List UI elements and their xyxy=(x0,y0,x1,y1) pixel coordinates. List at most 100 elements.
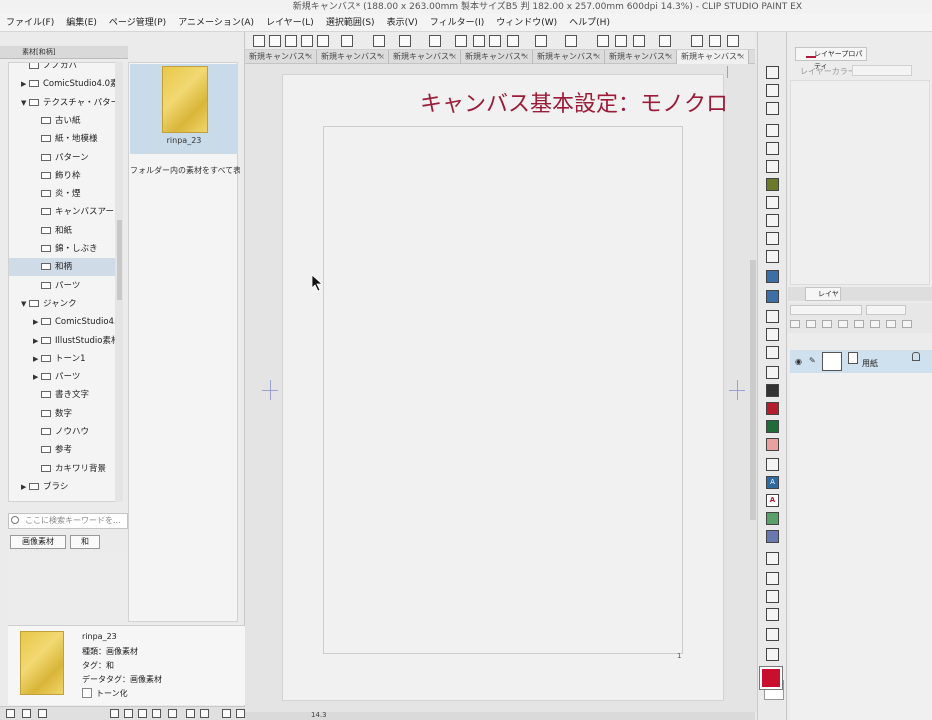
tree-item[interactable]: ノウハウ xyxy=(9,423,115,441)
eyedropper-tool-icon[interactable] xyxy=(766,160,779,173)
large-view-icon[interactable] xyxy=(138,709,147,718)
detail-view-icon[interactable] xyxy=(168,709,177,718)
tree-item[interactable]: キャンバスアート xyxy=(9,203,121,221)
close-icon[interactable]: × xyxy=(738,50,745,64)
eraser-tool-icon[interactable] xyxy=(766,142,779,155)
new-page-icon[interactable] xyxy=(269,35,281,47)
show-all-materials-link[interactable]: フォルダー内の素材をすべて表示 xyxy=(130,165,240,176)
close-icon[interactable]: × xyxy=(378,50,385,64)
close-icon[interactable]: × xyxy=(522,50,529,64)
pencil-tool-icon[interactable] xyxy=(766,196,779,209)
expand-arrow-icon[interactable]: ▶ xyxy=(33,368,41,386)
decoration-tool-icon[interactable] xyxy=(766,250,779,263)
frame-tool-icon[interactable] xyxy=(766,458,779,471)
color-icon[interactable] xyxy=(838,320,848,328)
menu-window[interactable]: ウィンドウ(W) xyxy=(490,14,563,32)
tree-item[interactable]: ▶ IllustStudio素材 xyxy=(9,332,119,350)
text-tool-icon[interactable]: A xyxy=(766,476,779,489)
balloon-tool-icon[interactable]: A xyxy=(766,494,779,507)
tree-item[interactable]: ▼ ジャンク xyxy=(9,295,115,313)
tree-item[interactable]: ▼ テクスチャ・パターン xyxy=(9,94,121,112)
red-gradient-tool-icon[interactable] xyxy=(766,402,779,415)
tree-item[interactable]: ▶ ブラシ xyxy=(9,478,115,496)
expand-arrow-icon[interactable]: ▼ xyxy=(21,94,29,112)
menu-selection[interactable]: 選択範囲(S) xyxy=(320,14,381,32)
new-folder-icon[interactable] xyxy=(6,709,15,718)
tree-item[interactable]: ▶ ComicStudio4.0素材 xyxy=(9,313,121,331)
tab-canvas-3[interactable]: 新規キャンバス* × xyxy=(389,50,461,64)
canvas-scroll-thumb[interactable] xyxy=(750,260,756,520)
line-tool-icon[interactable] xyxy=(766,438,779,451)
zoom-level[interactable]: 14.3 xyxy=(311,711,327,719)
tab-canvas-4[interactable]: 新規キャンバス* × xyxy=(461,50,533,64)
menu-file[interactable]: ファイル(F) xyxy=(0,14,60,32)
clip-icon[interactable] xyxy=(790,320,800,328)
open-icon[interactable] xyxy=(38,709,47,718)
expand-arrow-icon[interactable]: ▶ xyxy=(21,478,29,496)
clear-icon[interactable] xyxy=(455,35,467,47)
material-thumbnail[interactable] xyxy=(162,66,208,133)
blend-tool-icon[interactable] xyxy=(766,328,779,341)
save-icon[interactable] xyxy=(317,35,329,47)
layer-tab[interactable]: レイヤー xyxy=(805,287,841,310)
paste-icon[interactable] xyxy=(489,35,501,47)
fill-tool-icon[interactable] xyxy=(766,290,779,303)
material-tree-scroll-thumb[interactable] xyxy=(117,220,122,300)
green-gradient-tool-icon[interactable] xyxy=(766,420,779,433)
import-icon[interactable] xyxy=(301,35,313,47)
panel-menu-icon[interactable] xyxy=(902,320,912,328)
smudge-tool-icon[interactable] xyxy=(766,346,779,359)
eye-icon[interactable]: ◉ xyxy=(795,357,802,366)
perspective-icon[interactable] xyxy=(727,35,739,47)
settings-gear-icon[interactable] xyxy=(429,35,441,47)
snap-icon[interactable] xyxy=(709,35,721,47)
menu-layer[interactable]: レイヤー(L) xyxy=(260,14,320,32)
deselect-icon[interactable] xyxy=(597,35,609,47)
tree-item[interactable]: 数字 xyxy=(9,405,115,423)
draft-icon[interactable] xyxy=(822,320,832,328)
airbrush-tool-icon[interactable] xyxy=(766,232,779,245)
close-icon[interactable]: × xyxy=(666,50,673,64)
open-file-icon[interactable] xyxy=(285,35,297,47)
texture-tool-icon[interactable] xyxy=(766,178,779,191)
ruler-tool-icon[interactable] xyxy=(766,530,779,543)
operation-tool-icon[interactable] xyxy=(766,572,779,585)
expand-icon[interactable] xyxy=(633,35,645,47)
tree-item[interactable]: パーツ xyxy=(9,277,115,295)
tree-item[interactable]: 和柄 xyxy=(9,258,115,277)
tree-item[interactable]: 和紙 xyxy=(9,222,115,240)
zoom-tool-icon[interactable] xyxy=(766,66,779,79)
opacity-slider[interactable] xyxy=(866,305,906,315)
paste-material-icon[interactable] xyxy=(186,709,195,718)
ruler-link-icon[interactable] xyxy=(886,320,896,328)
lock-icon[interactable] xyxy=(912,352,920,361)
tab-canvas-7[interactable]: 新規キャンバス* × xyxy=(677,50,749,64)
material-search-input[interactable]: ここに検索キーワードを... xyxy=(8,513,128,529)
menu-filter[interactable]: フィルター(I) xyxy=(424,14,491,32)
object-tool-icon[interactable] xyxy=(766,270,779,283)
tag-button-image-material[interactable]: 画像素材 xyxy=(10,535,66,549)
add-material-icon[interactable] xyxy=(22,709,31,718)
tree-item[interactable]: ▶ トーン1 xyxy=(9,350,115,368)
transform-icon[interactable] xyxy=(507,35,519,47)
blend-mode-select[interactable] xyxy=(790,305,862,315)
gradient-tool-icon[interactable] xyxy=(766,310,779,323)
settings-icon[interactable] xyxy=(222,709,231,718)
export-icon[interactable] xyxy=(341,35,353,47)
menu-animation[interactable]: アニメーション(A) xyxy=(172,14,260,32)
tree-item[interactable]: カキワリ背景 xyxy=(9,460,115,478)
tree-item[interactable]: ノノカハ xyxy=(9,63,115,75)
tab-canvas-2[interactable]: 新規キャンバス* × xyxy=(317,50,389,64)
menu-view[interactable]: 表示(V) xyxy=(381,14,424,32)
close-icon[interactable]: × xyxy=(594,50,601,64)
stabilization-icon[interactable] xyxy=(766,648,779,661)
select-layer-icon[interactable] xyxy=(659,35,671,47)
tab-canvas-5[interactable]: 新規キャンバス* × xyxy=(533,50,605,64)
cut-icon[interactable] xyxy=(473,35,485,47)
tree-item[interactable]: 書き文字 xyxy=(9,386,115,404)
black-fill-tool-icon[interactable] xyxy=(766,384,779,397)
tree-item[interactable]: ▶ パーツ xyxy=(9,368,115,386)
brush-size-icon[interactable] xyxy=(766,628,779,641)
download-icon[interactable] xyxy=(200,709,209,718)
expand-arrow-icon[interactable]: ▶ xyxy=(33,332,41,350)
